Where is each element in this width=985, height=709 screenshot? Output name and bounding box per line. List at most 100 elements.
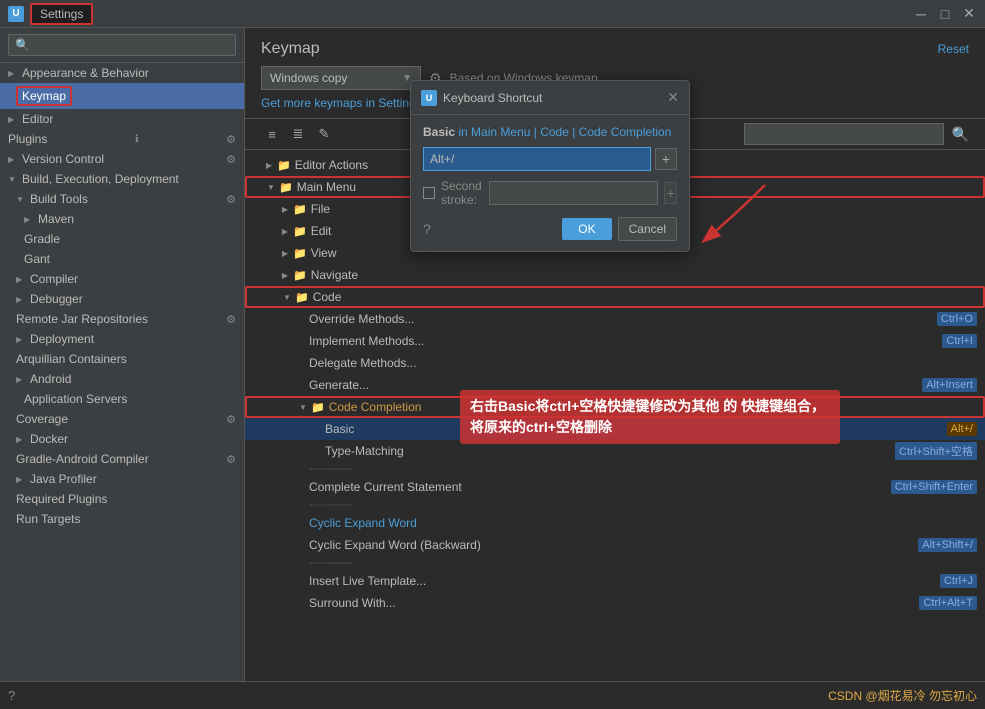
title-bar: U Settings ─ □ ✕	[0, 0, 985, 28]
help-icon[interactable]: ?	[423, 221, 431, 237]
tree-item-label: Code Completion	[329, 400, 975, 414]
sidebar-item-gant[interactable]: Gant	[0, 249, 244, 269]
sidebar-item-run-targets[interactable]: Run Targets	[0, 509, 244, 529]
chevron-down-icon: ▼	[16, 195, 26, 204]
tree-item-code[interactable]: ▼ 📁 Code	[245, 286, 985, 308]
settings-icon: ⚙	[226, 153, 236, 166]
keymap-select[interactable]: Windows copy ▼	[261, 66, 421, 90]
sidebar-item-android[interactable]: ▶ Android	[0, 369, 244, 389]
window-title: Settings	[30, 3, 93, 25]
sidebar-item-label: Required Plugins	[16, 492, 107, 506]
tree-item-implement-methods[interactable]: Implement Methods... Ctrl+I	[245, 330, 985, 352]
cancel-button[interactable]: Cancel	[618, 217, 677, 241]
tree-item-code-completion[interactable]: ▼ 📁 Code Completion	[245, 396, 985, 418]
sidebar-item-gradle-android[interactable]: Gradle-Android Compiler ⚙	[0, 449, 244, 469]
watermark: CSDN @烟花易冷 勿忘初心	[828, 687, 977, 704]
keyboard-shortcut-dialog[interactable]: U Keyboard Shortcut ✕ Basic in Main Menu…	[410, 80, 690, 252]
sidebar-item-compiler[interactable]: ▶ Compiler	[0, 269, 244, 289]
chevron-icon: ▶	[16, 475, 26, 484]
sidebar-item-build-tools[interactable]: ▼ Build Tools ⚙	[0, 189, 244, 209]
sidebar-item-version-control[interactable]: ▶ Version Control ⚙	[0, 149, 244, 169]
search-icon[interactable]: 🔍	[952, 126, 969, 143]
sidebar-item-label: Docker	[30, 432, 68, 446]
chevron-icon: ▶	[16, 375, 26, 384]
shortcut-input[interactable]	[423, 147, 651, 171]
shortcut-badge: Alt+/	[947, 422, 977, 436]
sidebar-item-gradle[interactable]: Gradle	[0, 229, 244, 249]
dialog-logo: U	[421, 90, 437, 106]
sidebar-item-required-plugins[interactable]: Required Plugins	[0, 489, 244, 509]
toolbar-btn-1[interactable]: ≡	[261, 123, 283, 145]
tree-item-basic[interactable]: Basic Alt+/	[245, 418, 985, 440]
tree-item-surround-with[interactable]: Surround With... Ctrl+Alt+T	[245, 592, 985, 614]
sidebar-item-deployment[interactable]: ▶ Deployment	[0, 329, 244, 349]
shortcut-badge: Alt+Shift+/	[918, 538, 977, 552]
keymap-search-input[interactable]	[744, 123, 944, 145]
sidebar-item-remote-jar[interactable]: Remote Jar Repositories ⚙	[0, 309, 244, 329]
tree-separator: ------------	[245, 556, 985, 570]
sidebar-item-docker[interactable]: ▶ Docker	[0, 429, 244, 449]
tree-item-delegate-methods[interactable]: Delegate Methods...	[245, 352, 985, 374]
reset-button[interactable]: Reset	[938, 42, 969, 56]
sidebar-item-label: Deployment	[30, 332, 94, 346]
tree-item-label: Insert Live Template...	[309, 574, 940, 588]
content-title-row: Keymap Reset	[261, 40, 969, 58]
sidebar-item-label: Coverage	[16, 412, 68, 426]
second-stroke-checkbox[interactable]	[423, 187, 435, 199]
sidebar-item-arquillian[interactable]: Arquillian Containers	[0, 349, 244, 369]
sidebar-item-label: Compiler	[30, 272, 78, 286]
add-second-stroke-button[interactable]: +	[664, 182, 677, 204]
maximize-button[interactable]: □	[937, 6, 953, 22]
toolbar-btn-2[interactable]: ≣	[287, 123, 309, 145]
get-more-keymaps-link[interactable]: Get more keymaps in Settings	[261, 96, 422, 110]
sidebar-item-appearance[interactable]: ▶ Appearance & Behavior	[0, 63, 244, 83]
tree-item-cyclic-backward[interactable]: Cyclic Expand Word (Backward) Alt+Shift+…	[245, 534, 985, 556]
sidebar-item-label: Debugger	[30, 292, 83, 306]
tree-item-label: Basic	[325, 422, 947, 436]
add-shortcut-button[interactable]: +	[655, 148, 677, 170]
folder-icon: 📁	[279, 181, 293, 194]
sidebar-item-plugins[interactable]: Plugins ℹ ⚙	[0, 129, 244, 149]
folder-icon: 📁	[293, 269, 307, 282]
chevron-icon: ▶	[277, 205, 293, 214]
dialog-close-button[interactable]: ✕	[667, 89, 679, 106]
tree-item-generate[interactable]: Generate... Alt+Insert	[245, 374, 985, 396]
tree-item-label: Delegate Methods...	[309, 356, 977, 370]
sidebar-search-area	[0, 28, 244, 63]
tree-item-cyclic-expand[interactable]: Cyclic Expand Word	[245, 512, 985, 534]
sidebar-item-debugger[interactable]: ▶ Debugger	[0, 289, 244, 309]
ok-button[interactable]: OK	[562, 218, 611, 240]
close-button[interactable]: ✕	[961, 6, 977, 22]
tree-item-type-matching[interactable]: Type-Matching Ctrl+Shift+空格	[245, 440, 985, 462]
sidebar-item-keymap[interactable]: Keymap	[0, 83, 244, 109]
sidebar-search-input[interactable]	[8, 34, 236, 56]
tree-item-label: Cyclic Expand Word	[309, 516, 977, 530]
chevron-icon: ▶	[8, 69, 18, 78]
tree-item-navigate[interactable]: ▶ 📁 Navigate	[245, 264, 985, 286]
tree-separator: ------------	[245, 462, 985, 476]
second-stroke-input[interactable]	[489, 181, 658, 205]
help-button[interactable]: ?	[8, 688, 15, 703]
tree-item-insert-live[interactable]: Insert Live Template... Ctrl+J	[245, 570, 985, 592]
tree-item-override-methods[interactable]: Override Methods... Ctrl+O	[245, 308, 985, 330]
sidebar-item-coverage[interactable]: Coverage ⚙	[0, 409, 244, 429]
sidebar-item-app-servers[interactable]: Application Servers	[0, 389, 244, 409]
sidebar-item-label: Plugins	[8, 132, 47, 146]
minimize-button[interactable]: ─	[913, 6, 929, 22]
sidebar-item-java-profiler[interactable]: ▶ Java Profiler	[0, 469, 244, 489]
shortcut-badge: Ctrl+O	[937, 312, 977, 326]
sidebar-item-label: Appearance & Behavior	[22, 66, 149, 80]
dialog-button-row: ? OK Cancel	[423, 217, 677, 241]
tree-item-complete-current[interactable]: Complete Current Statement Ctrl+Shift+En…	[245, 476, 985, 498]
sidebar-item-build-execution[interactable]: ▼ Build, Execution, Deployment	[0, 169, 244, 189]
sidebar-item-editor[interactable]: ▶ Editor	[0, 109, 244, 129]
dialog-subtitle: Basic in Main Menu | Code | Code Complet…	[423, 125, 677, 139]
chevron-down-icon: ▼	[279, 293, 295, 302]
toolbar-btn-3[interactable]: ✎	[313, 123, 335, 145]
sidebar-item-maven[interactable]: ▶ Maven	[0, 209, 244, 229]
dialog-title-bar: U Keyboard Shortcut ✕	[411, 81, 689, 115]
sidebar-item-label: Run Targets	[16, 512, 80, 526]
sidebar-item-label: Keymap	[16, 86, 72, 106]
shortcut-badge: Ctrl+Shift+Enter	[891, 480, 977, 494]
second-stroke-label: Second stroke:	[441, 179, 483, 207]
